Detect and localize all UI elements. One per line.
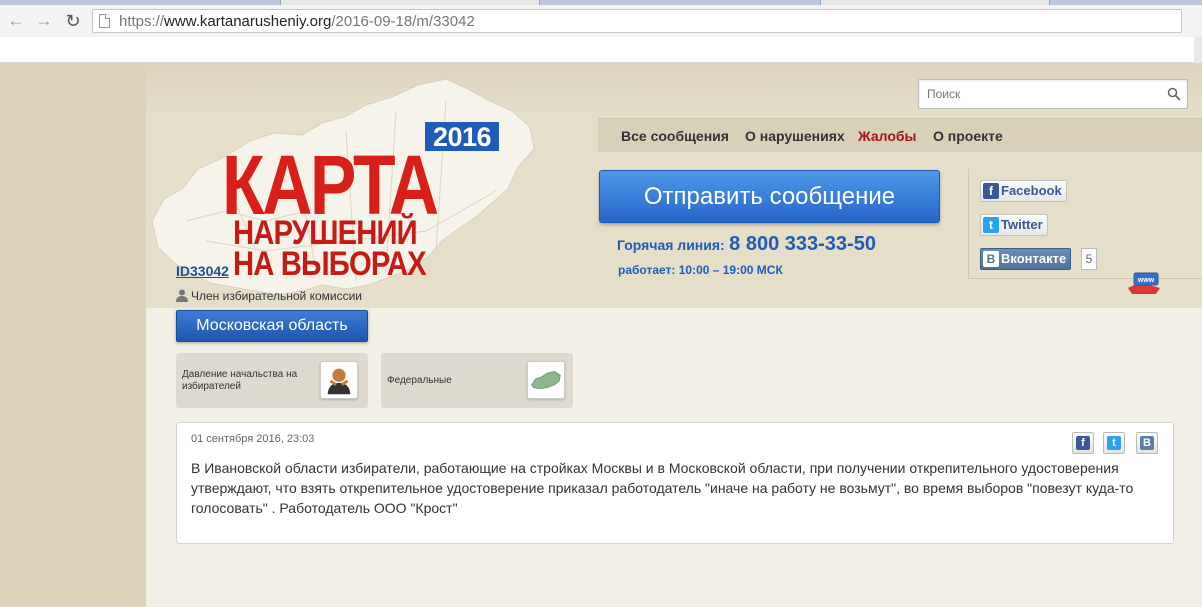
vkontakte-label: Вконтакте	[1001, 251, 1067, 266]
category-icon	[527, 361, 565, 399]
author-role: Член избирательной комиссии	[176, 289, 362, 303]
category-card[interactable]: Федеральные	[381, 353, 573, 408]
message-date: 01 сентября 2016, 23:03	[191, 433, 315, 445]
russia-map-small-icon	[531, 370, 561, 390]
search-box[interactable]	[918, 79, 1188, 109]
menu-item-about-violations[interactable]: О нарушениях	[745, 128, 845, 144]
menu-item-all-messages[interactable]: Все сообщения	[621, 128, 729, 144]
browser-infobar	[0, 37, 1202, 63]
message-text: В Ивановской области избиратели, работаю…	[191, 460, 1134, 516]
twitter-icon: t	[1107, 436, 1121, 450]
twitter-label: Twitter	[1001, 217, 1043, 232]
category-icon	[320, 361, 358, 399]
vk-share-count: 5	[1081, 248, 1097, 270]
reload-button[interactable]: ↻	[63, 12, 83, 30]
menu-item-about-project[interactable]: О проекте	[933, 128, 1003, 144]
share-vk-button[interactable]: B	[1136, 432, 1158, 454]
arrow-left-icon: ←	[7, 11, 25, 30]
hotline-number[interactable]: 8 800 333-33-50	[729, 233, 876, 255]
region-button[interactable]: Московская область	[176, 310, 368, 342]
author-role-label: Член избирательной комиссии	[191, 289, 363, 303]
message-id-link[interactable]: ID33042	[176, 263, 229, 279]
twitter-button[interactable]: t Twitter	[980, 214, 1048, 236]
page-icon	[99, 14, 110, 28]
vkontakte-button[interactable]: B Вконтакте	[980, 248, 1072, 270]
search-icon[interactable]	[1167, 87, 1181, 101]
facebook-label: Facebook	[1001, 183, 1062, 198]
main-menu: Все сообщения О нарушениях Жалобы О прое…	[598, 118, 1202, 152]
boss-pressure-icon	[327, 368, 351, 395]
address-url: https://www.kartanarusheniy.org/2016-09-…	[119, 13, 475, 30]
facebook-button[interactable]: f Facebook	[980, 180, 1067, 202]
forward-button[interactable]: →	[34, 12, 54, 30]
facebook-icon: f	[983, 183, 999, 199]
arrow-right-icon: →	[35, 11, 53, 30]
hotline-label: Горячая линия:	[617, 237, 725, 253]
vk-icon: B	[1140, 436, 1154, 450]
browser-toolbar: ← → ↻ https://www.kartanarusheniy.org/20…	[0, 5, 1202, 37]
share-facebook-button[interactable]: f	[1072, 432, 1094, 454]
hotline: Горячая линия: 8 800 333-33-50	[617, 233, 876, 256]
vk-icon: B	[983, 251, 999, 267]
scrollbar[interactable]	[1194, 37, 1202, 63]
user-icon	[176, 289, 188, 302]
send-message-button[interactable]: Отправить сообщение	[599, 170, 940, 223]
reload-icon: ↻	[65, 11, 81, 31]
share-twitter-button[interactable]: t	[1103, 432, 1125, 454]
www-icon[interactable]: www	[1126, 270, 1162, 296]
back-button[interactable]: ←	[6, 12, 26, 30]
facebook-icon: f	[1076, 436, 1090, 450]
address-bar[interactable]: https://www.kartanarusheniy.org/2016-09-…	[92, 9, 1182, 33]
logo-subtitle-line2: НА ВЫБОРАХ	[233, 245, 427, 283]
svg-text:www: www	[1137, 277, 1155, 284]
twitter-icon: t	[983, 217, 999, 233]
category-label: Давление начальства на избирателей	[182, 369, 298, 392]
category-label: Федеральные	[387, 375, 452, 386]
category-card[interactable]: Давление начальства на избирателей	[176, 353, 368, 408]
menu-item-complaints[interactable]: Жалобы	[858, 128, 916, 144]
working-hours: работает: 10:00 – 19:00 МСК	[618, 263, 783, 277]
search-input[interactable]	[927, 86, 1157, 102]
